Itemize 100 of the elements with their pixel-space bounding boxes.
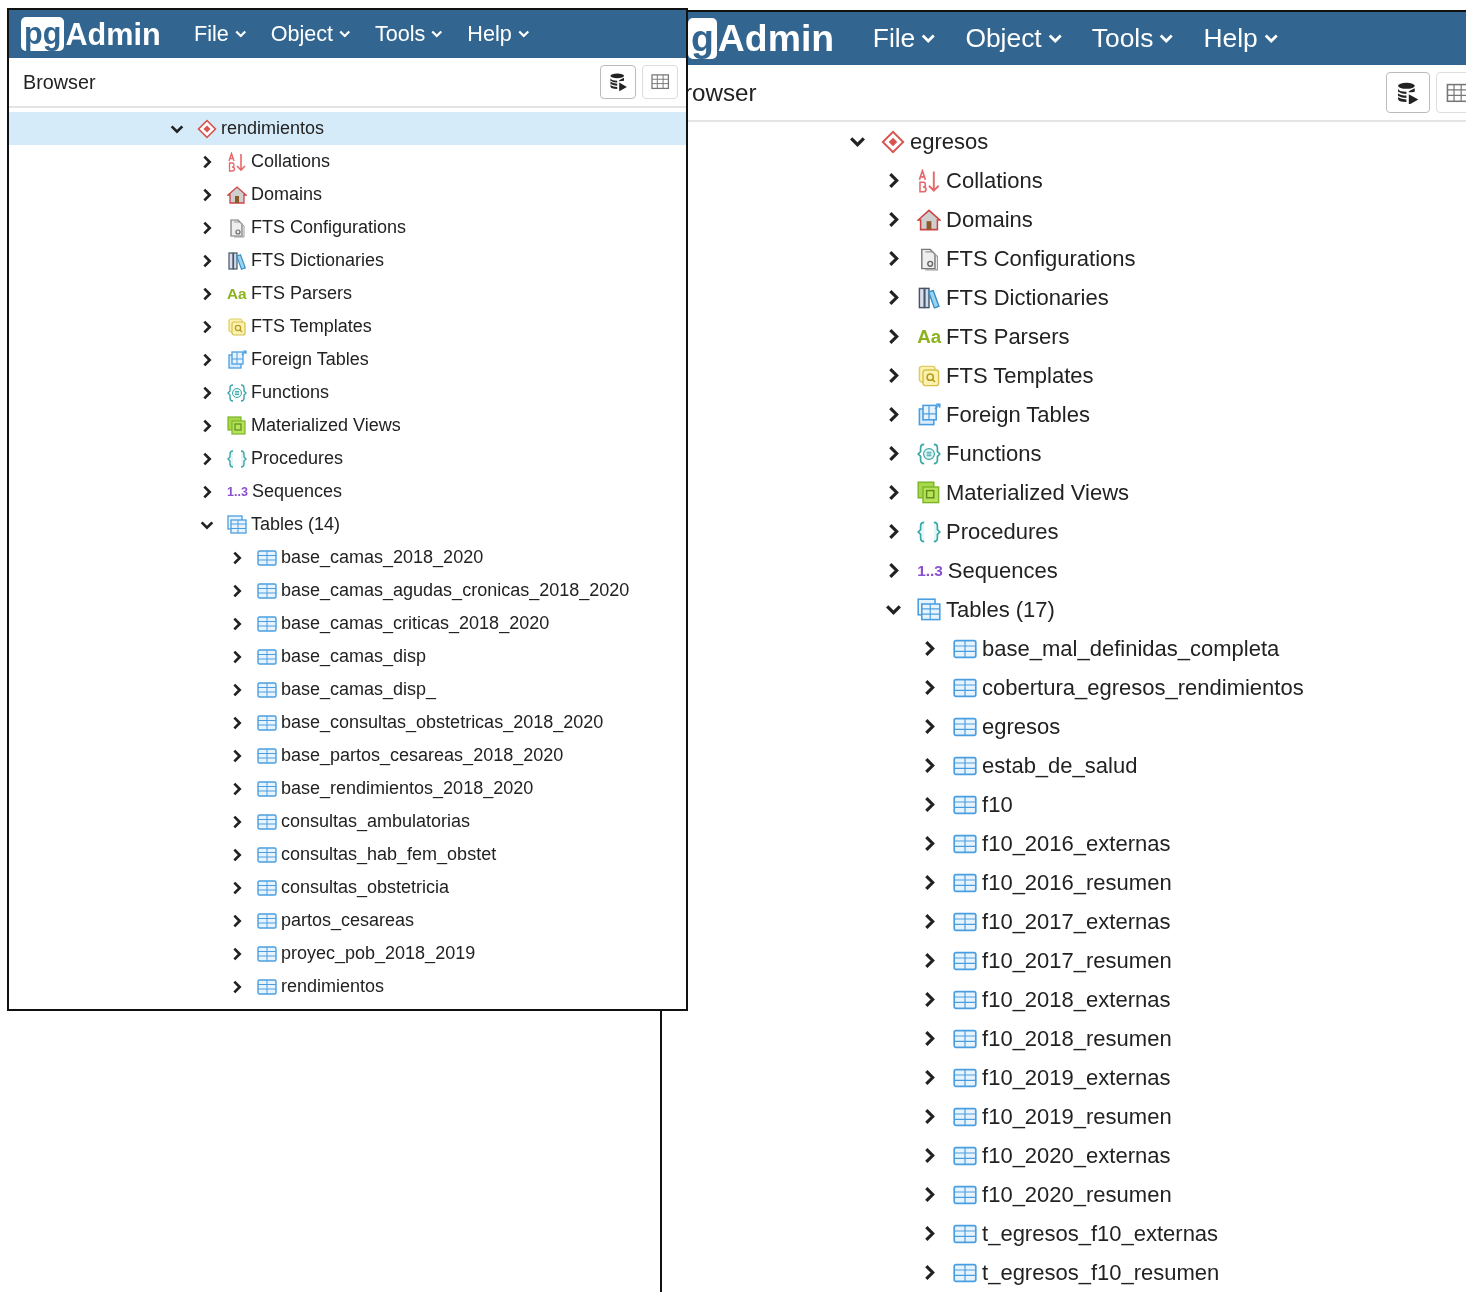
grid-icon <box>257 547 277 568</box>
tree-item[interactable]: egresos <box>848 122 989 161</box>
query-tool-button[interactable] <box>1386 71 1430 114</box>
tree-item[interactable]: base_rendimientos_2018_2020 <box>9 772 686 805</box>
stacked-grid-icon <box>227 514 247 535</box>
tree-item[interactable]: Procedures <box>884 512 1059 551</box>
menu-button[interactable]: Help <box>1203 23 1280 54</box>
tree-item[interactable]: f10_2020_externas <box>920 1136 1171 1175</box>
menu-button[interactable]: Tools <box>1091 23 1175 54</box>
tree-item[interactable]: f10 <box>920 785 1013 824</box>
tree-item[interactable]: Functions <box>884 434 1042 473</box>
braces-lines-icon <box>227 382 247 403</box>
grid-view-button[interactable] <box>1436 71 1466 114</box>
tree-item[interactable]: partos_cesareas <box>9 904 686 937</box>
tree-item[interactable]: t_egresos_f10_resumen <box>920 1253 1220 1292</box>
menu-button[interactable]: Help <box>467 21 531 47</box>
tree-item[interactable]: f10_2017_externas <box>920 902 1171 941</box>
grid-icon <box>257 976 277 997</box>
tree-item[interactable]: f10_2018_externas <box>920 980 1171 1019</box>
tree-label: f10_2017_resumen <box>982 947 1172 974</box>
tree-item[interactable]: base_camas_criticas_2018_2020 <box>9 607 686 640</box>
menu-button[interactable]: Object <box>270 21 352 47</box>
query-tool-button[interactable] <box>600 64 636 100</box>
tree-label: partos_cesareas <box>281 910 415 931</box>
tree-item[interactable]: Aa FTS Parsers <box>884 317 1070 356</box>
tree-item[interactable]: FTS Templates <box>884 356 1094 395</box>
tree-item[interactable]: estab_de_salud <box>920 746 1138 785</box>
tree-label: f10_2017_externas <box>982 908 1171 935</box>
tree-item[interactable]: Domains <box>9 178 686 211</box>
tree-item[interactable]: 1..3 Sequences <box>9 475 686 508</box>
tree-label: FTS Parsers <box>251 283 352 304</box>
stacked-grid-icon <box>917 597 942 622</box>
tree-label: Foreign Tables <box>251 349 369 370</box>
tree-label: Functions <box>251 382 330 403</box>
tree-item[interactable]: Aa FTS Parsers <box>9 277 686 310</box>
tree-item[interactable]: base_camas_disp_ <box>9 673 686 706</box>
tree-item[interactable]: f10_2017_resumen <box>920 941 1172 980</box>
document-gear-icon <box>227 217 247 238</box>
tree-item[interactable]: Foreign Tables <box>9 343 686 376</box>
tree-label: Collations <box>946 167 1043 194</box>
tree-item[interactable]: rendimientos <box>9 112 686 145</box>
database-play-icon <box>607 72 629 92</box>
tree-item[interactable]: FTS Configurations <box>9 211 686 244</box>
tree-item[interactable]: Domains <box>884 200 1033 239</box>
tree-label: f10 <box>982 791 1013 818</box>
tree-label: FTS Configurations <box>251 217 407 238</box>
tree-item[interactable]: base_consultas_obstetricas_2018_2020 <box>9 706 686 739</box>
tree-item[interactable]: t_egresos_f10_externas <box>920 1214 1219 1253</box>
menu-button[interactable]: Tools <box>374 21 444 47</box>
sort-letters-icon <box>227 151 247 172</box>
magnifier-pages-icon <box>227 316 247 337</box>
tree-item[interactable]: Tables (14) <box>9 508 686 541</box>
tree-item[interactable]: Tables (17) <box>884 590 1055 629</box>
menu-button[interactable]: File <box>193 21 248 47</box>
house-icon <box>917 207 942 232</box>
tree-item[interactable]: Procedures <box>9 442 686 475</box>
tree-item[interactable]: base_camas_2018_2020 <box>9 541 686 574</box>
tree-label: FTS Templates <box>251 316 372 337</box>
tree-item[interactable]: f10_2016_externas <box>920 824 1171 863</box>
tree-item[interactable]: proyec_pob_2018_2019 <box>9 937 686 970</box>
tree-item[interactable]: f10_2018_resumen <box>920 1019 1172 1058</box>
tree-item[interactable]: FTS Dictionaries <box>9 244 686 277</box>
tree-item[interactable]: cobertura_egresos_rendimientos <box>920 668 1304 707</box>
tree-item[interactable]: f10_2019_resumen <box>920 1097 1172 1136</box>
tree-label: f10_2016_externas <box>982 830 1171 857</box>
tree-item[interactable]: f10_2020_resumen <box>920 1175 1172 1214</box>
tree-item[interactable]: base_camas_agudas_cronicas_2018_2020 <box>9 574 686 607</box>
tree-item[interactable]: Materialized Views <box>9 409 686 442</box>
menu-button[interactable]: Object <box>965 23 1064 54</box>
tree-label: Functions <box>946 440 1042 467</box>
tree-item[interactable]: FTS Configurations <box>884 239 1136 278</box>
tree-label: FTS Configurations <box>946 245 1136 272</box>
tree-item[interactable]: consultas_ambulatorias <box>9 805 686 838</box>
tree-item[interactable]: rendimientos <box>9 970 686 1003</box>
tree-item[interactable]: FTS Dictionaries <box>884 278 1109 317</box>
tree-label: f10_2020_externas <box>982 1142 1171 1169</box>
tree-item[interactable]: Materialized Views <box>884 473 1130 512</box>
tree-item[interactable]: Collations <box>9 145 686 178</box>
tree-label: base_partos_cesareas_2018_2020 <box>281 745 564 766</box>
tree-item[interactable]: f10_2019_externas <box>920 1058 1171 1097</box>
tree-item[interactable]: consultas_obstetricia <box>9 871 686 904</box>
tree-label: base_camas_2018_2020 <box>281 547 484 568</box>
tree-item[interactable]: 1..3 Sequences <box>884 551 1058 590</box>
tree-item[interactable]: egresos <box>920 707 1061 746</box>
tree-label: f10_2018_externas <box>982 986 1171 1013</box>
tree-item[interactable]: f10_2016_resumen <box>920 863 1172 902</box>
tree-label: rendimientos <box>281 976 385 997</box>
tree-item[interactable]: FTS Templates <box>9 310 686 343</box>
tree-item[interactable]: base_mal_definidas_completa <box>920 629 1280 668</box>
menu-button[interactable]: File <box>872 23 937 54</box>
grid-view-button[interactable] <box>642 64 678 100</box>
tree-item[interactable]: consultas_hab_fem_obstet <box>9 838 686 871</box>
braces-icon <box>917 519 942 544</box>
tree-item[interactable]: Functions <box>9 376 686 409</box>
tree-item[interactable]: base_partos_cesareas_2018_2020 <box>9 739 686 772</box>
sort-letters-icon <box>917 168 942 193</box>
grid-icon <box>257 844 277 865</box>
tree-item[interactable]: base_camas_disp <box>9 640 686 673</box>
tree-item[interactable]: Collations <box>884 161 1043 200</box>
tree-item[interactable]: Foreign Tables <box>884 395 1090 434</box>
